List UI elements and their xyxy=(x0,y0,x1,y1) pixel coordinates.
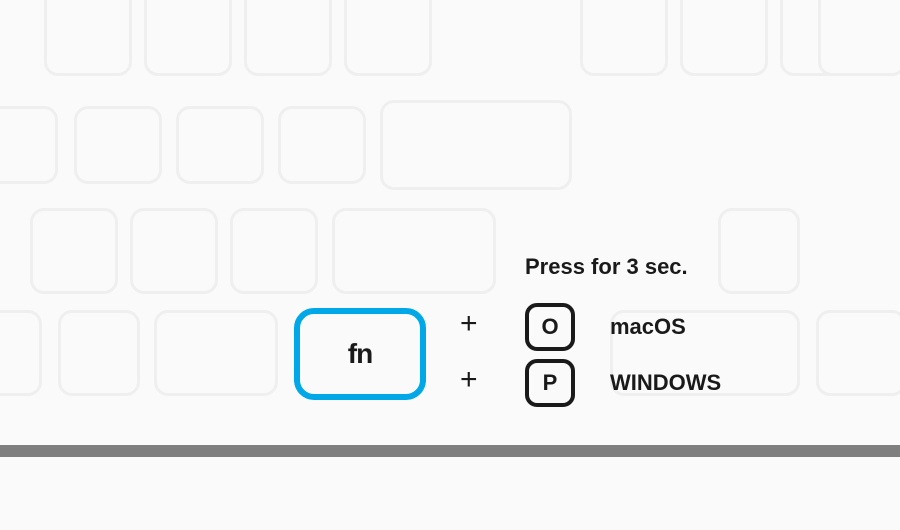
keyboard-edge xyxy=(0,445,900,457)
bg-key xyxy=(130,208,218,294)
bg-key xyxy=(344,0,432,76)
bg-key xyxy=(380,100,572,190)
bg-key xyxy=(74,106,162,184)
bg-key xyxy=(244,0,332,76)
instruction-text: Press for 3 sec. xyxy=(525,254,688,280)
bg-key xyxy=(144,0,232,76)
fn-key[interactable]: fn xyxy=(294,308,426,400)
bg-key xyxy=(0,310,42,396)
bg-key xyxy=(0,106,58,184)
key-p-label: P xyxy=(543,370,558,396)
bg-key xyxy=(30,208,118,294)
bg-key xyxy=(278,106,366,184)
bg-key xyxy=(332,208,496,294)
bg-key xyxy=(44,0,132,76)
bg-key xyxy=(680,0,768,76)
key-p[interactable]: P xyxy=(525,359,575,407)
bg-key xyxy=(58,310,140,396)
key-o[interactable]: O xyxy=(525,303,575,351)
plus-icon: + xyxy=(460,363,478,397)
key-o-label: O xyxy=(541,314,558,340)
bg-key xyxy=(176,106,264,184)
fn-key-label: fn xyxy=(348,338,372,370)
bg-key xyxy=(718,208,800,294)
bg-key xyxy=(230,208,318,294)
os-label-windows: WINDOWS xyxy=(610,370,721,396)
bg-key xyxy=(818,0,900,76)
bg-key xyxy=(816,310,900,396)
plus-icon: + xyxy=(460,307,478,341)
bg-key xyxy=(154,310,278,396)
os-label-macos: macOS xyxy=(610,314,686,340)
bg-key xyxy=(580,0,668,76)
